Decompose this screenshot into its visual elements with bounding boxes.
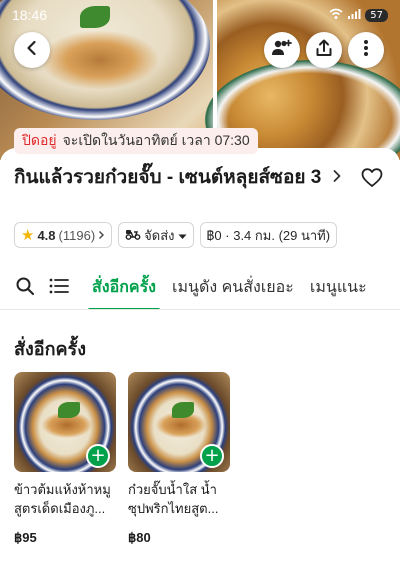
chevron-right-icon <box>98 228 105 243</box>
scooter-icon <box>125 228 141 243</box>
add-item-button[interactable]: + <box>200 444 224 468</box>
menu-list-button[interactable] <box>42 266 76 309</box>
search-menu-button[interactable] <box>8 266 42 309</box>
menu-item-card[interactable]: + ก๋วยจั๊บน้ำใส น้ำซุปพริกไทยสูต... ฿80 <box>128 372 230 546</box>
plus-icon: + <box>90 445 106 466</box>
store-details-sheet: กินแล้วรวยก๋วยจั๊บ - เซนต์หลุยส์ซอย 3 ★ … <box>0 148 400 566</box>
store-info-chips: ★ 4.8 (1196) จัดส่ง ฿0 · 3.4 กม. (29 นาท… <box>14 222 338 248</box>
delivery-mode-chip[interactable]: จัดส่ง <box>118 222 194 248</box>
star-icon: ★ <box>21 227 35 244</box>
rating-count: (1196) <box>58 227 96 243</box>
opening-time-label: จะเปิดในวันอาทิตย์ เวลา 07:30 <box>62 132 250 148</box>
closed-label: ปิดอยู่ <box>22 132 57 148</box>
rating-chip[interactable]: ★ 4.8 (1196) <box>14 222 113 248</box>
tab-popular[interactable]: เมนูดัง คนสั่งเยอะ <box>164 266 302 309</box>
list-icon <box>49 278 69 298</box>
more-vertical-icon <box>363 39 369 61</box>
store-name[interactable]: กินแล้วรวยก๋วยจั๊บ - เซนต์หลุยส์ซอย 3 <box>14 164 334 192</box>
caret-down-icon <box>178 228 187 243</box>
back-arrow-icon <box>23 39 41 61</box>
add-item-button[interactable]: + <box>86 444 110 468</box>
delivery-mode-label: จัดส่ง <box>144 227 175 243</box>
chevron-right-icon[interactable] <box>332 168 342 187</box>
section-title: สั่งอีกครั้ง <box>14 339 86 359</box>
rating-value: 4.8 <box>37 227 56 243</box>
battery-indicator: 57 <box>365 8 388 22</box>
delivery-details: ฿0 · 3.4 กม. (29 นาที) <box>206 227 331 243</box>
share-button[interactable] <box>306 32 342 68</box>
store-open-status: ปิดอยู่ จะเปิดในวันอาทิตย์ เวลา 07:30 <box>14 128 258 154</box>
menu-category-tabs: สั่งอีกครั้ง เมนูดัง คนสั่งเยอะ เมนูแนะ <box>0 266 400 310</box>
status-time: 18:46 <box>12 7 48 23</box>
menu-item-image: + <box>128 372 230 472</box>
menu-item-card[interactable]: + ข้าวต้มแห้งห้าหมู สูตรเด็ดเมืองภู... ฿… <box>14 372 116 546</box>
back-button[interactable] <box>14 32 50 68</box>
share-icon <box>315 39 333 61</box>
wifi-icon <box>329 8 343 23</box>
menu-item-image: + <box>14 372 116 472</box>
signal-icon <box>347 8 361 23</box>
menu-item-name: ก๋วยจั๊บน้ำใส น้ำซุปพริกไทยสูต... <box>128 482 219 516</box>
tab-order-again[interactable]: สั่งอีกครั้ง <box>84 266 164 309</box>
more-options-button[interactable] <box>348 32 384 68</box>
search-icon <box>15 276 35 300</box>
add-people-icon <box>271 39 293 61</box>
menu-item-price: ฿95 <box>14 530 37 545</box>
plus-icon: + <box>204 445 220 466</box>
system-status-bar: 18:46 57 <box>0 0 400 30</box>
menu-item-name: ข้าวต้มแห้งห้าหมู สูตรเด็ดเมืองภู... <box>14 482 111 516</box>
group-order-button[interactable] <box>264 32 300 68</box>
delivery-fee-distance-chip: ฿0 · 3.4 กม. (29 นาที) <box>199 222 338 248</box>
tab-recommended[interactable]: เมนูแนะ <box>302 266 375 309</box>
heart-icon[interactable] <box>360 166 384 190</box>
menu-item-price: ฿80 <box>128 530 151 545</box>
